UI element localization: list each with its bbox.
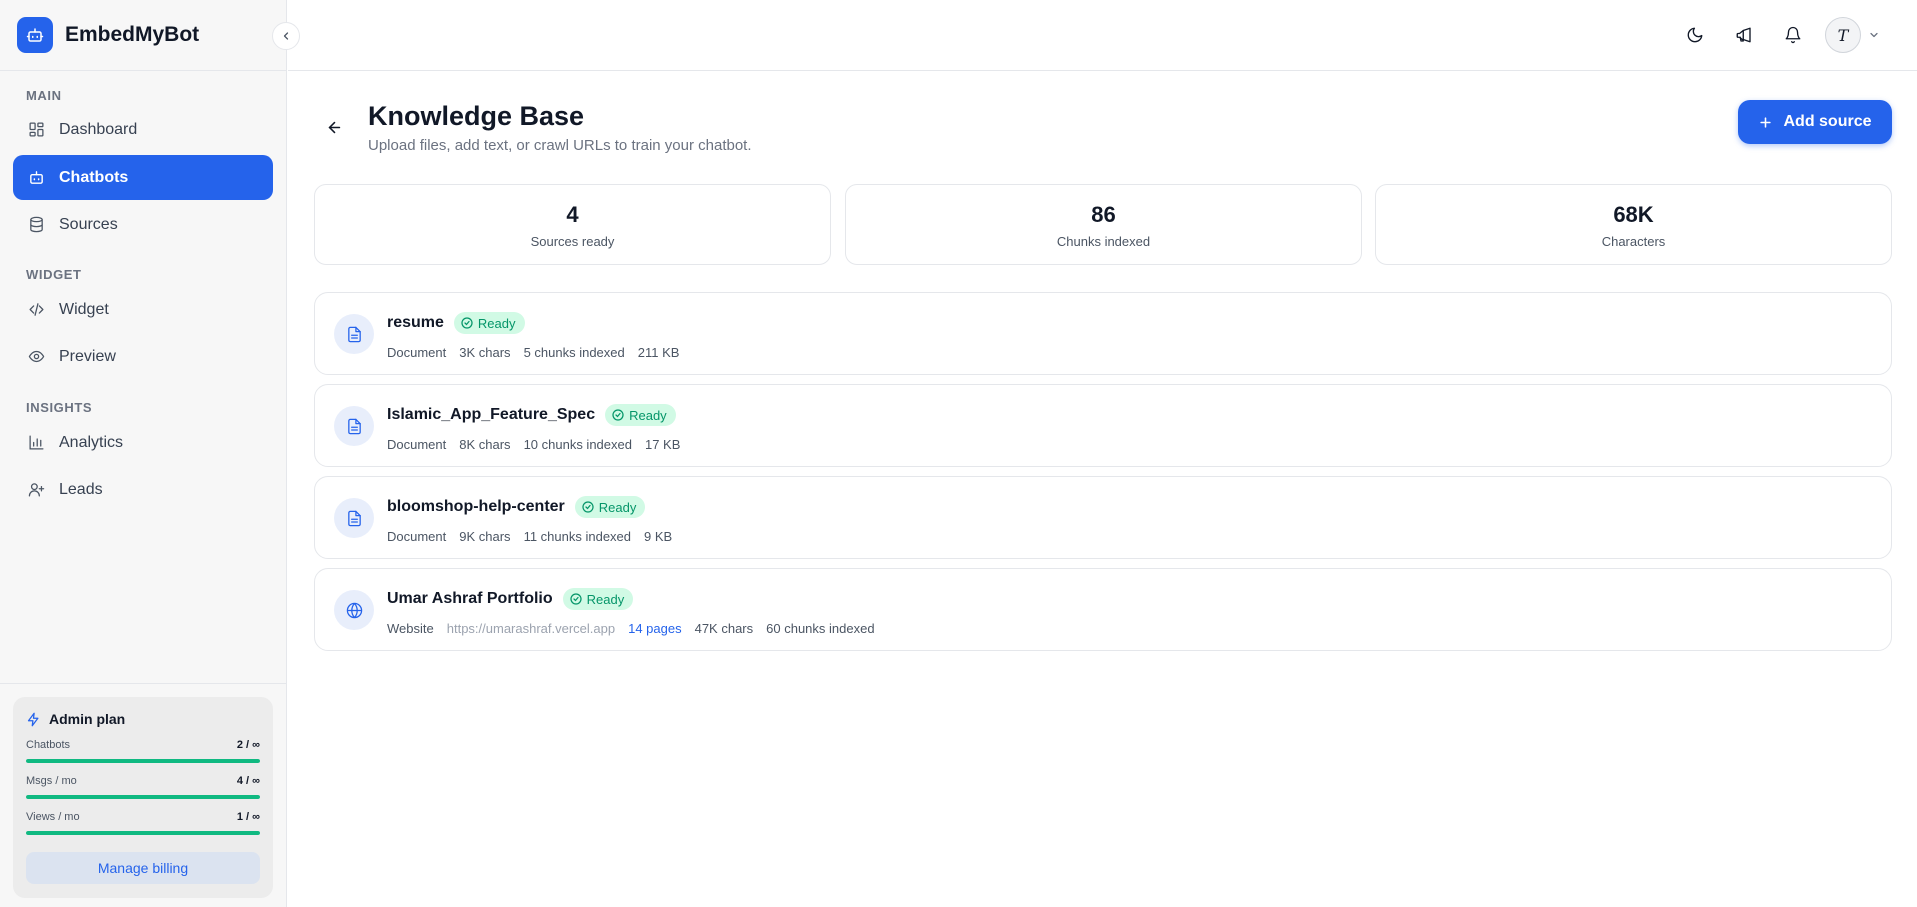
sidebar-item-label: Leads [59, 480, 103, 498]
status-badge: Ready [562, 588, 634, 610]
back-button[interactable] [325, 118, 343, 136]
bot-icon [27, 169, 45, 187]
usage-label: Chatbots [26, 739, 71, 751]
globe-icon [334, 590, 374, 630]
stat-label: Sources ready [530, 234, 615, 249]
usage-chatbots: Chatbots 2 / ∞ [26, 739, 260, 763]
source-meta: Document 8K chars 10 chunks indexed 17 K… [387, 437, 681, 452]
check-circle-icon [570, 593, 582, 605]
source-url[interactable]: https://umarashraf.vercel.app [447, 621, 615, 636]
page-subtitle: Upload files, add text, or crawl URLs to… [368, 137, 752, 154]
sidebar-item-label: Preview [59, 347, 116, 365]
source-item[interactable]: resume Ready Document 3K chars 5 chunks … [314, 292, 1892, 375]
usage-msgs: Msgs / mo 4 / ∞ [26, 775, 260, 799]
sidebar-item-label: Sources [59, 215, 118, 233]
page-title: Knowledge Base [368, 101, 585, 131]
sidebar-item-preview[interactable]: Preview [13, 334, 273, 379]
plus-icon [1758, 115, 1773, 130]
collapse-sidebar-button[interactable] [272, 22, 300, 50]
moon-icon[interactable] [1684, 24, 1706, 46]
bar-chart-icon [27, 434, 45, 452]
sidebar: EmbedMyBot MAIN Dashboard Chatbots Sourc… [0, 0, 300, 907]
usage-value: 2 / ∞ [236, 739, 260, 751]
source-name: bloomshop-help-center [387, 498, 565, 515]
sidebar-item-label: Analytics [59, 433, 124, 451]
usage-value: 1 / ∞ [236, 811, 260, 823]
status-badge: Ready [453, 312, 525, 334]
source-pages-link[interactable]: 14 pages [628, 621, 682, 636]
check-circle-icon [582, 501, 594, 513]
usage-bar-fill [26, 795, 260, 799]
stat-characters: 68K Characters [1375, 184, 1892, 265]
user-plus-icon [27, 481, 45, 499]
bell-icon[interactable] [1782, 24, 1804, 46]
source-meta: Website https://umarashraf.vercel.app 14… [387, 621, 875, 636]
stat-label: Characters [1601, 234, 1666, 249]
sidebar-item-label: Chatbots [59, 168, 129, 186]
usage-label: Views / mo [26, 811, 80, 823]
source-item[interactable]: Umar Ashraf Portfolio Ready Website http… [314, 568, 1892, 651]
usage-label: Msgs / mo [26, 775, 77, 787]
sidebar-item-dashboard[interactable]: Dashboard [13, 107, 273, 152]
stat-value: 86 [1091, 202, 1116, 227]
source-item[interactable]: Islamic_App_Feature_Spec Ready Document … [314, 384, 1892, 467]
source-name: Umar Ashraf Portfolio [387, 590, 553, 607]
usage-bar [26, 759, 260, 763]
usage-bar [26, 831, 260, 835]
sidebar-item-widget[interactable]: Widget [13, 287, 273, 332]
stat-sources-ready: 4 Sources ready [314, 184, 831, 265]
usage-bar-fill [26, 759, 260, 763]
arrow-left-icon [328, 121, 340, 133]
grid-icon [27, 121, 45, 139]
document-icon [334, 498, 374, 538]
usage-views: Views / mo 1 / ∞ [26, 811, 260, 835]
chevron-left-icon [283, 32, 289, 40]
sidebar-item-sources[interactable]: Sources [13, 202, 273, 247]
sidebar-item-chatbots[interactable]: Chatbots [13, 155, 273, 200]
check-circle-icon [461, 317, 473, 329]
source-name: Islamic_App_Feature_Spec [387, 406, 596, 423]
source-meta: Document 9K chars 11 chunks indexed 9 KB [387, 529, 673, 544]
chevron-down-icon[interactable] [1868, 28, 1880, 46]
topbar: T [288, 0, 1917, 71]
sidebar-divider [0, 683, 287, 684]
plan-title: Admin plan [26, 711, 260, 727]
document-icon [334, 406, 374, 446]
status-badge: Ready [605, 404, 676, 426]
usage-value: 4 / ∞ [236, 775, 260, 787]
sidebar-item-label: Widget [59, 300, 109, 318]
source-item[interactable]: bloomshop-help-center Ready Document 9K … [314, 476, 1892, 559]
sidebar-item-leads[interactable]: Leads [13, 467, 273, 512]
sidebar-item-label: Dashboard [59, 120, 138, 138]
document-icon [334, 314, 374, 354]
source-name: resume [387, 314, 444, 331]
code-icon [27, 301, 45, 319]
avatar[interactable]: T [1825, 17, 1861, 53]
megaphone-icon[interactable] [1733, 24, 1755, 46]
plan-card: Admin plan Chatbots 2 / ∞ Msgs / mo 4 / … [13, 697, 273, 898]
nav-section-main: MAIN [26, 88, 62, 103]
nav-section-widget: WIDGET [26, 267, 82, 282]
stat-label: Chunks indexed [1056, 234, 1151, 249]
eye-icon [27, 348, 45, 366]
brand: EmbedMyBot [0, 0, 300, 71]
stat-value: 68K [1613, 202, 1654, 227]
nav-section-insights: INSIGHTS [26, 400, 93, 415]
brand-name: EmbedMyBot [65, 23, 200, 46]
check-circle-icon [612, 409, 624, 421]
add-source-button[interactable]: Add source [1738, 100, 1892, 144]
database-icon [27, 216, 45, 234]
status-badge: Ready [574, 496, 646, 518]
manage-billing-button[interactable]: Manage billing [26, 852, 260, 884]
source-meta: Document 3K chars 5 chunks indexed 211 K… [387, 345, 680, 360]
stat-chunks-indexed: 86 Chunks indexed [845, 184, 1362, 265]
sidebar-item-analytics[interactable]: Analytics [13, 420, 273, 465]
usage-bar-fill [26, 831, 260, 835]
stat-value: 4 [566, 202, 579, 227]
lightning-icon [26, 712, 41, 727]
usage-bar [26, 795, 260, 799]
bot-logo-icon[interactable] [17, 17, 53, 53]
